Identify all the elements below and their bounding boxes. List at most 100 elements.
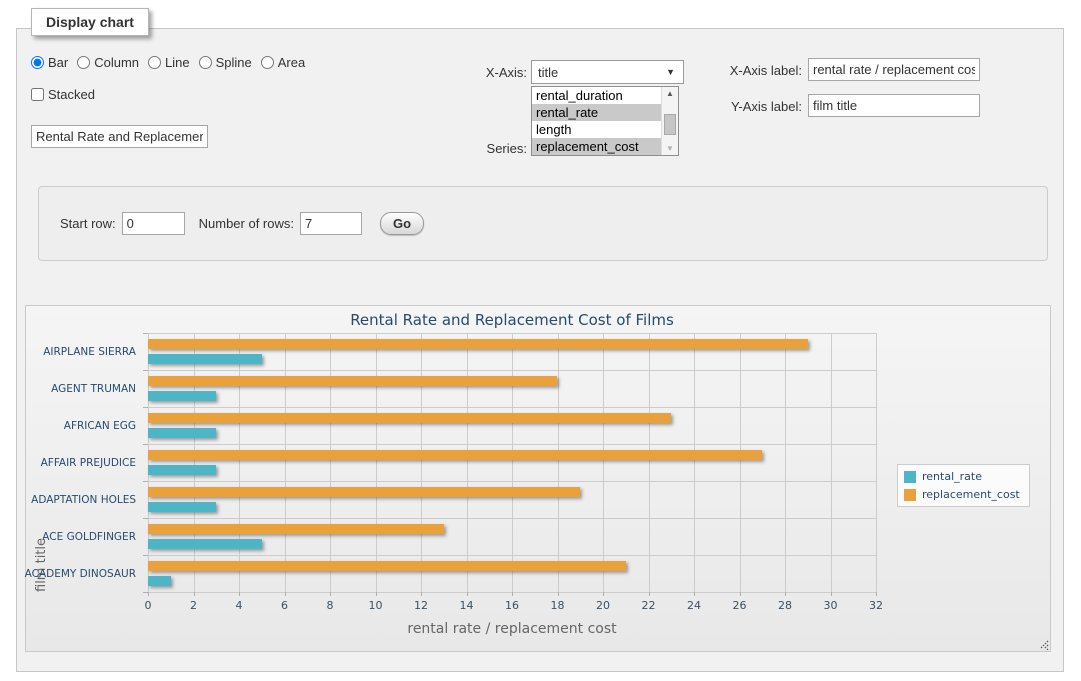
chart-panel: Rental Rate and Replacement Cost of Film… — [25, 305, 1051, 652]
x-axis-select[interactable]: title ▼ — [531, 60, 684, 84]
bar-rental_rate — [148, 391, 216, 401]
series-option-rental_rate[interactable]: rental_rate — [532, 104, 661, 121]
series-listbox[interactable]: rental_durationrental_ratelengthreplacem… — [531, 86, 679, 156]
num-rows-label: Number of rows: — [199, 216, 294, 231]
category-label: ACADEMY DINOSAUR — [26, 555, 136, 592]
x-axis-tick-label: 30 — [824, 599, 838, 612]
x-axis-tick — [558, 592, 559, 596]
fieldset-legend: Display chart — [31, 8, 149, 36]
scroll-up-icon[interactable]: ▲ — [662, 89, 678, 98]
chart-type-option-line[interactable]: Line — [148, 55, 190, 70]
category-band-5 — [148, 481, 876, 518]
bar-rental_rate — [148, 354, 262, 364]
x-axis-tick — [603, 592, 604, 596]
x-axis-tick — [330, 592, 331, 596]
chart-type-radio-label: Spline — [216, 55, 252, 70]
bar-rental_rate — [148, 539, 262, 549]
x-axis-tick-label: 26 — [733, 599, 747, 612]
chart-title-input[interactable] — [31, 125, 208, 148]
x-axis-tick-label: 32 — [869, 599, 883, 612]
series-option-rental_duration[interactable]: rental_duration — [532, 87, 661, 104]
x-axis-tick-label: 4 — [236, 599, 243, 612]
go-button[interactable]: Go — [380, 212, 424, 235]
chart-x-ticks: 02468101214161820222426283032 — [148, 592, 876, 612]
start-row-input[interactable] — [122, 212, 185, 235]
x-axis-tick — [694, 592, 695, 596]
x-axis-tick — [285, 592, 286, 596]
x-axis-tick-label: 6 — [281, 599, 288, 612]
y-axis-label-caption: Y-Axis label: — [677, 99, 802, 114]
x-axis-tick-label: 28 — [778, 599, 792, 612]
x-axis-tick — [876, 592, 877, 596]
chart-type-radio-label: Area — [278, 55, 305, 70]
chart-type-radio-label: Column — [94, 55, 139, 70]
gridline — [876, 333, 877, 592]
x-axis-tick-label: 8 — [327, 599, 334, 612]
x-axis-tick — [194, 592, 195, 596]
x-axis-selected-value: title — [538, 65, 558, 80]
chart-type-radio-label: Bar — [48, 55, 68, 70]
series-listbox-items: rental_durationrental_ratelengthreplacem… — [532, 87, 661, 155]
chart-type-radio-line[interactable] — [148, 56, 161, 69]
bar-replacement_cost — [148, 376, 557, 386]
y-axis-label-input[interactable] — [808, 94, 980, 117]
x-axis-label-caption: X-Axis label: — [677, 63, 802, 78]
y-axis-tick — [143, 518, 148, 519]
scrollbar-thumb[interactable] — [664, 114, 676, 135]
category-band-1 — [148, 333, 876, 370]
series-option-replacement_cost[interactable]: replacement_cost — [532, 138, 661, 155]
chart-x-axis-title: rental rate / replacement cost — [148, 621, 876, 637]
x-axis-tick-label: 24 — [687, 599, 701, 612]
x-axis-tick — [740, 592, 741, 596]
chart-type-radio-spline[interactable] — [199, 56, 212, 69]
x-axis-label-input[interactable] — [808, 58, 980, 81]
legend-swatch-icon — [904, 489, 916, 501]
chart-type-option-area[interactable]: Area — [261, 55, 305, 70]
chart-type-option-column[interactable]: Column — [77, 55, 139, 70]
y-axis-tick — [143, 333, 148, 334]
chart-type-option-bar[interactable]: Bar — [31, 55, 68, 70]
y-axis-tick — [143, 481, 148, 482]
bar-rental_rate — [148, 502, 216, 512]
x-axis-tick-label: 18 — [551, 599, 565, 612]
chart-type-option-spline[interactable]: Spline — [199, 55, 252, 70]
y-axis-tick — [143, 407, 148, 408]
legend-entry-rental_rate[interactable]: rental_rate — [904, 470, 1020, 483]
bar-replacement_cost — [148, 487, 580, 497]
x-axis-tick-label: 20 — [596, 599, 610, 612]
y-axis-tick — [143, 555, 148, 556]
series-list-label: Series: — [417, 141, 527, 156]
category-label: AFFAIR PREJUDICE — [26, 444, 136, 481]
stacked-checkbox-group: Stacked — [31, 87, 95, 102]
legend-entry-replacement_cost[interactable]: replacement_cost — [904, 488, 1020, 501]
bar-rental_rate — [148, 465, 216, 475]
series-listbox-scrollbar[interactable]: ▲ ▼ — [661, 87, 678, 155]
category-label: ADAPTATION HOLES — [26, 481, 136, 518]
legend-label: rental_rate — [922, 470, 982, 483]
row-range-panel: Start row: Number of rows: Go — [38, 186, 1048, 261]
series-option-length[interactable]: length — [532, 121, 661, 138]
x-axis-tick — [239, 592, 240, 596]
stacked-checkbox[interactable] — [31, 88, 44, 101]
bar-replacement_cost — [148, 450, 762, 460]
x-axis-tick-label: 16 — [505, 599, 519, 612]
resize-handle-icon[interactable] — [1037, 638, 1049, 650]
x-axis-tick-label: 2 — [190, 599, 197, 612]
chart-type-radio-bar[interactable] — [31, 56, 44, 69]
bar-rental_rate — [148, 576, 171, 586]
scroll-down-icon[interactable]: ▼ — [662, 144, 678, 153]
x-axis-tick — [831, 592, 832, 596]
num-rows-input[interactable] — [300, 212, 362, 235]
category-band-2 — [148, 370, 876, 407]
bar-replacement_cost — [148, 561, 626, 571]
category-band-6 — [148, 518, 876, 555]
legend-swatch-icon — [904, 471, 916, 483]
chart-type-radio-column[interactable] — [77, 56, 90, 69]
chart-type-radio-area[interactable] — [261, 56, 274, 69]
chart-type-radio-group: Bar Column Line Spline Area — [31, 55, 314, 70]
x-axis-tick — [148, 592, 149, 596]
category-label: AFRICAN EGG — [26, 407, 136, 444]
x-axis-tick — [512, 592, 513, 596]
x-axis-tick — [467, 592, 468, 596]
category-band-4 — [148, 444, 876, 481]
